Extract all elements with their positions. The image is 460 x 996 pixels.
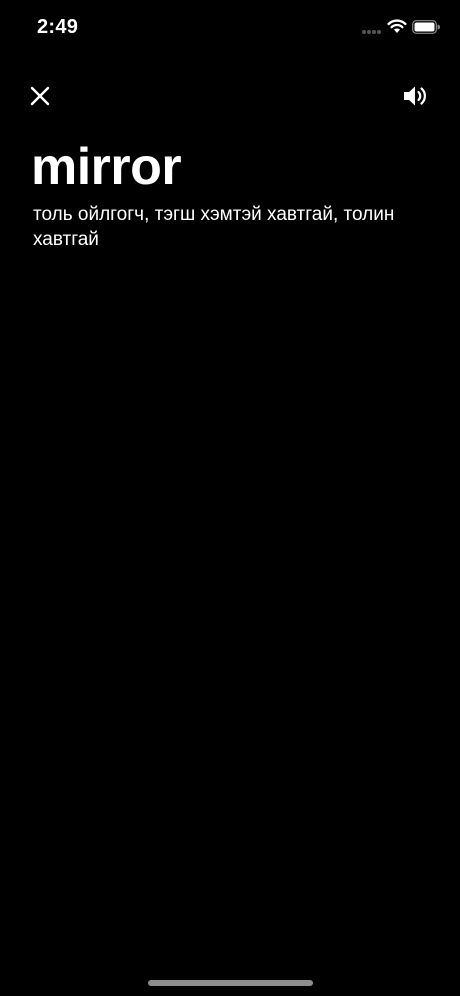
- close-button[interactable]: [26, 82, 54, 110]
- word-title: mirror: [31, 138, 182, 196]
- battery-icon: [412, 20, 440, 34]
- close-icon: [30, 86, 50, 106]
- speaker-icon: [404, 86, 426, 106]
- word-definition: толь ойлгогч, тэгш хэмтэй хавтгай, толин…: [33, 204, 395, 250]
- home-indicator[interactable]: [148, 980, 313, 986]
- wifi-icon: [387, 19, 407, 33]
- status-time: 2:49: [37, 16, 79, 38]
- status-bar: 2:49: [0, 0, 460, 58]
- cellular-signal-icon: [362, 30, 381, 34]
- pronounce-button[interactable]: [400, 82, 430, 110]
